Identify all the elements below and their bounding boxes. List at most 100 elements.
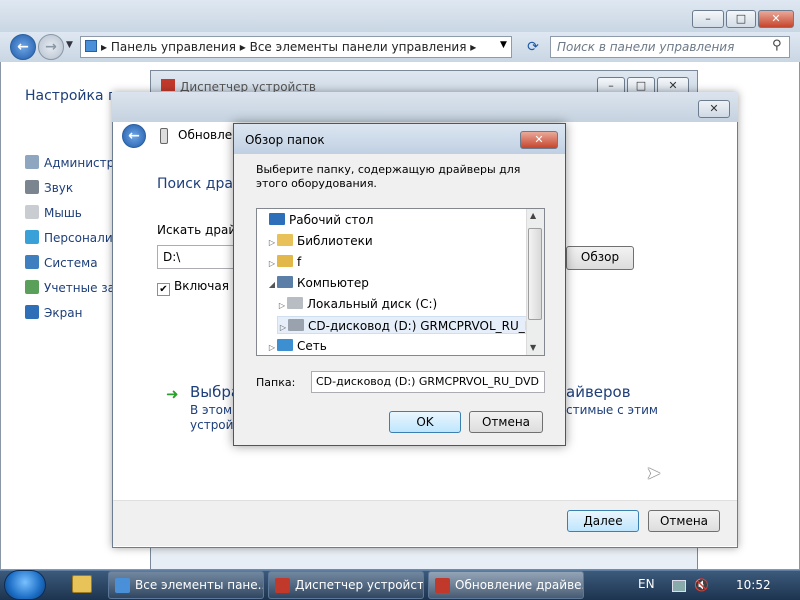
device-manager-icon: [161, 79, 175, 91]
scroll-down-icon[interactable]: ▼: [530, 343, 536, 352]
network-tray-icon[interactable]: [672, 580, 686, 592]
browse-button[interactable]: Обзор: [566, 246, 634, 270]
page-title: Настройка п: [25, 88, 118, 104]
close-button[interactable]: ✕: [758, 10, 794, 28]
tree-item-cd-drive[interactable]: ▷ CD-дисковод (D:) GRMCPRVOL_RU_DVD: [277, 316, 544, 337]
address-dropdown-icon[interactable]: ▼: [500, 40, 507, 50]
local-disk-icon: [287, 297, 303, 309]
search-input[interactable]: Поиск в панели управления: [550, 36, 790, 58]
tree-item-label: Библиотеки: [297, 234, 373, 248]
clock[interactable]: 10:52: [736, 578, 771, 592]
wizard-cancel-button[interactable]: Отмена: [648, 510, 720, 532]
cp-item-personalization[interactable]: Персонализ: [25, 229, 119, 247]
browse-dialog-close-button[interactable]: ✕: [520, 131, 558, 149]
taskbar-button-update-driver[interactable]: Обновление драйве...: [428, 571, 584, 599]
breadcrumb-arrow-icon: ▸: [470, 40, 477, 54]
cp-item-display[interactable]: Экран: [25, 304, 82, 322]
wizard-footer: [113, 500, 737, 546]
update-driver-titlebar[interactable]: [112, 92, 738, 122]
cp-item-label: Администри: [44, 156, 123, 170]
tree-item-label: Компьютер: [297, 276, 369, 290]
taskbar-button-control-panel[interactable]: Все элементы пане...: [108, 571, 264, 599]
tree-item-label: Локальный диск (C:): [307, 297, 438, 311]
forward-button[interactable]: →: [38, 34, 64, 60]
computer-icon: [277, 276, 293, 288]
cp-item-mouse[interactable]: Мышь: [25, 204, 82, 222]
cp-item-label: Персонализ: [44, 231, 120, 245]
tree-item-label: Сеть: [297, 339, 327, 353]
cp-item-label: Звук: [44, 181, 74, 195]
wizard-heading: Поиск драй: [157, 176, 243, 192]
taskbar-button-label: Все элементы пане...: [135, 578, 264, 592]
checkbox-checked-icon[interactable]: ✔: [157, 283, 170, 296]
tree-item-user[interactable]: ▷ f: [267, 253, 301, 271]
system-icon: [25, 255, 39, 269]
breadcrumb-item[interactable]: Все элементы панели управления: [250, 40, 467, 54]
choose-driver-description-tail: стимые с этим: [566, 403, 658, 417]
driver-icon: [160, 128, 168, 144]
tree-item-desktop[interactable]: Рабочий стол: [259, 211, 373, 229]
control-panel-icon: [115, 578, 130, 593]
tree-expander-icon[interactable]: ▷: [278, 319, 288, 337]
cp-item-user-accounts[interactable]: Учетные зап: [25, 279, 123, 297]
taskbar-button-label: Диспетчер устройств: [295, 578, 424, 592]
tree-item-libraries[interactable]: ▷ Библиотеки: [267, 232, 373, 250]
language-indicator[interactable]: EN: [638, 577, 655, 591]
driver-path-input[interactable]: D:\: [157, 245, 237, 269]
wizard-back-button[interactable]: ←: [122, 124, 146, 148]
wizard-close-button[interactable]: ✕: [698, 100, 730, 118]
cp-item-label: Мышь: [44, 206, 82, 220]
minimize-button[interactable]: –: [692, 10, 724, 28]
include-subfolders-label: Включая в: [174, 279, 240, 293]
folder-label: Папка:: [256, 376, 296, 389]
browse-cancel-button[interactable]: Отмена: [469, 411, 543, 433]
tree-expander-icon[interactable]: ▷: [267, 255, 277, 273]
tree-expander-icon[interactable]: ▷: [267, 339, 277, 355]
tree-expander-icon[interactable]: ▷: [277, 297, 287, 315]
refresh-icon[interactable]: ⟳: [522, 37, 544, 57]
volume-muted-icon[interactable]: 🔇: [694, 578, 709, 592]
ok-button[interactable]: OK: [389, 411, 461, 433]
maximize-button[interactable]: □: [726, 10, 756, 28]
taskbar-button-device-manager[interactable]: Диспетчер устройств: [268, 571, 424, 599]
explorer-pin-icon[interactable]: [72, 575, 92, 593]
tree-item-label: f: [297, 255, 302, 269]
tree-item-computer[interactable]: ◢ Компьютер: [267, 274, 369, 292]
recent-pages-icon[interactable]: ▼: [66, 40, 73, 50]
tree-item-network[interactable]: ▷ Сеть: [267, 337, 327, 355]
cd-drive-icon: [288, 319, 304, 331]
mouse-cursor-icon: ➤: [646, 463, 662, 484]
desktop-icon: [269, 213, 285, 225]
tree-item-local-disk[interactable]: ▷ Локальный диск (C:): [277, 295, 437, 313]
start-button[interactable]: [4, 570, 46, 600]
tree-expander-icon[interactable]: ▷: [267, 234, 277, 252]
breadcrumb-item[interactable]: Панель управления: [111, 40, 236, 54]
address-bar[interactable]: ▸ Панель управления ▸ Все элементы панел…: [80, 36, 512, 58]
next-button[interactable]: Далее: [567, 510, 639, 532]
libraries-icon: [277, 234, 293, 246]
control-panel-icon: [85, 40, 97, 52]
update-driver-icon: [435, 578, 450, 593]
admin-icon: [25, 155, 39, 169]
control-panel-titlebar[interactable]: [0, 0, 800, 32]
cp-item-label: Экран: [44, 306, 83, 320]
sound-icon: [25, 180, 39, 194]
browse-dialog-title: Обзор папок: [245, 133, 325, 147]
cp-item-sound[interactable]: Звук: [25, 179, 73, 197]
folder-input[interactable]: CD-дисковод (D:) GRMCPRVOL_RU_DVD: [311, 371, 545, 393]
tree-expander-icon[interactable]: ◢: [267, 276, 277, 294]
scrollbar-thumb[interactable]: [528, 228, 542, 320]
user-accounts-icon: [25, 280, 39, 294]
tree-item-label: Рабочий стол: [289, 213, 374, 227]
wizard-title: Обновлен: [178, 128, 241, 142]
search-icon[interactable]: ⚲: [772, 38, 782, 53]
cp-item-admin[interactable]: Администри: [25, 154, 122, 172]
scroll-up-icon[interactable]: ▲: [530, 211, 536, 220]
back-button[interactable]: ←: [10, 34, 36, 60]
tree-item-label: CD-дисковод (D:) GRMCPRVOL_RU_DVD: [308, 319, 545, 333]
cp-item-system[interactable]: Система: [25, 254, 98, 272]
choose-driver-link-tail[interactable]: айверов: [566, 383, 631, 401]
include-subfolders-checkbox[interactable]: ✔ Включая в: [157, 279, 240, 296]
folder-tree[interactable]: Рабочий стол ▷ Библиотеки ▷ f ◢ Компьютер ▷…: [256, 208, 545, 356]
mouse-icon: [25, 205, 39, 219]
